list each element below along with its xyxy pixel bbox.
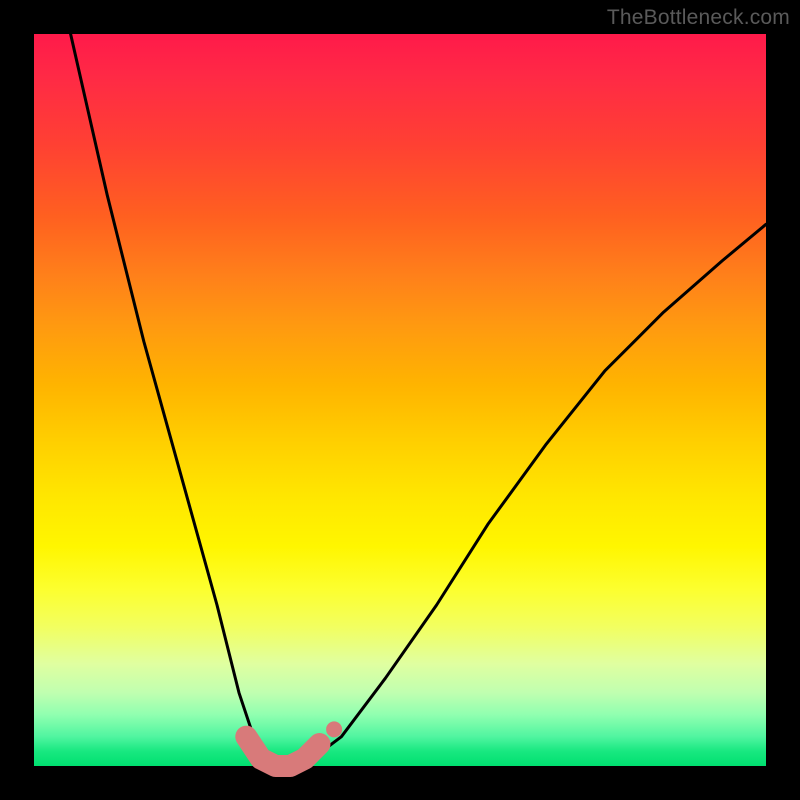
curve-layer xyxy=(34,34,766,766)
highlight-segment xyxy=(246,737,319,766)
bottleneck-curve xyxy=(71,34,766,766)
plot-area xyxy=(34,34,766,766)
watermark-text: TheBottleneck.com xyxy=(607,6,790,30)
chart-frame: TheBottleneck.com xyxy=(0,0,800,800)
highlight-dot xyxy=(326,721,342,737)
